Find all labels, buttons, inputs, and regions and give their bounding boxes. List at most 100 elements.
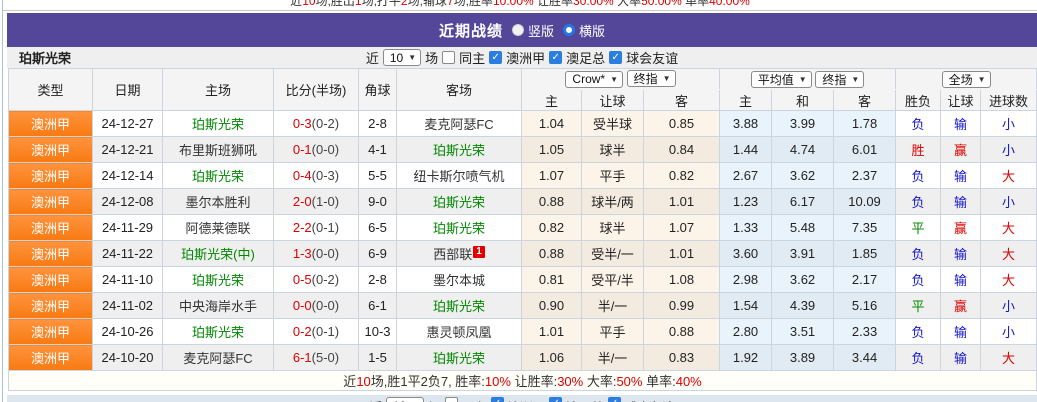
avg-away-odds: 10.09 — [834, 189, 896, 215]
handicap-line: 球半 — [582, 137, 644, 163]
col-header-home: 主场 — [163, 69, 274, 111]
league-badge[interactable]: 澳洲甲 — [9, 267, 93, 293]
home-team-link[interactable]: 墨尔本胜利 — [163, 189, 274, 215]
handicap-away-odds: 0.88 — [644, 319, 720, 345]
same-host-label: 同主 — [459, 48, 485, 67]
away-team-link[interactable]: 珀斯光荣 — [397, 215, 522, 241]
league-badge[interactable]: 澳洲甲 — [9, 137, 93, 163]
league-badge[interactable]: 澳洲甲 — [9, 111, 93, 137]
bookmaker-value: Crow* — [572, 72, 605, 86]
away-team-link[interactable]: 珀斯光荣 — [397, 137, 522, 163]
home-team-link[interactable]: 珀斯光荣 — [163, 163, 274, 189]
result-cell: 负 — [896, 111, 941, 137]
handicap-line: 受平/半 — [582, 267, 644, 293]
home-team-link[interactable]: 麦克阿瑟FC — [163, 345, 274, 371]
league3-checkbox[interactable]: ✓ — [608, 397, 621, 402]
result-cell: 负 — [896, 319, 941, 345]
scope-select[interactable]: 全场▼ — [942, 71, 991, 88]
col-header-score: 比分(半场) — [274, 69, 359, 111]
match-date: 24-12-08 — [93, 189, 163, 215]
match-count-value: 10 — [393, 399, 406, 402]
section-header: 近期战绩 竖版 横版 — [7, 13, 1037, 47]
league1-label: 澳洲甲 — [508, 397, 546, 402]
table-row: 澳洲甲 24-11-22 珀斯光荣(中) 1-3(0-0) 6-9 西部联1 0… — [9, 241, 1037, 267]
avg-home-odds: 1.92 — [720, 345, 772, 371]
col-header-date: 日期 — [93, 69, 163, 111]
league-badge[interactable]: 澳洲甲 — [9, 319, 93, 345]
away-team-link[interactable]: 珀斯光荣 — [397, 345, 522, 371]
chevron-down-icon: ▼ — [851, 75, 859, 84]
table-row: 澳洲甲 24-10-26 珀斯光荣 0-2(0-1) 10-3 惠灵顿凤凰 1.… — [9, 319, 1037, 345]
chevron-down-icon: ▼ — [663, 74, 671, 83]
table-row: 澳洲甲 24-12-21 布里斯班狮吼 0-1(0-0) 4-1 珀斯光荣 1.… — [9, 137, 1037, 163]
handicap-line: 球半 — [582, 215, 644, 241]
league-badge[interactable]: 澳洲甲 — [9, 189, 93, 215]
layout-option-horizontal[interactable]: 横版 — [563, 21, 605, 40]
league3-label: 球会友谊 — [625, 397, 675, 402]
league2-checkbox[interactable]: ✓ — [549, 51, 562, 64]
bookmaker-select[interactable]: Crow*▼ — [565, 71, 623, 88]
half-score: (0-3) — [312, 168, 339, 183]
final-odds-select-1[interactable]: 终指▼ — [627, 70, 676, 87]
goals-result-cell: 大 — [981, 267, 1037, 293]
match-count-select[interactable]: 10 ▼ — [383, 49, 421, 66]
league-badge[interactable]: 澳洲甲 — [9, 163, 93, 189]
handicap-line: 受半/一 — [582, 241, 644, 267]
count-suffix: 场 — [425, 48, 438, 67]
corner-score: 1-5 — [359, 345, 397, 371]
away-team-link[interactable]: 墨尔本城 — [397, 267, 522, 293]
league3-checkbox[interactable]: ✓ — [609, 51, 622, 64]
away-team-link[interactable]: 珀斯光荣 — [397, 189, 522, 215]
layout-option-vertical[interactable]: 竖版 — [512, 21, 554, 40]
home-team-link[interactable]: 中央海岸水手 — [163, 293, 274, 319]
score-cell: 0-5(0-2) — [274, 267, 359, 293]
handicap-away-odds: 0.84 — [644, 137, 720, 163]
handicap-result-cell: 输 — [941, 345, 981, 371]
handicap-away-odds: 0.82 — [644, 163, 720, 189]
half-score: (0-0) — [312, 142, 339, 157]
match-count-select[interactable]: 10 ▼ — [386, 397, 424, 402]
home-team-link[interactable]: 阿德莱德联 — [163, 215, 274, 241]
final-odds-select-2[interactable]: 终指▼ — [815, 71, 864, 88]
corner-score: 2-8 — [359, 267, 397, 293]
home-team-link[interactable]: 珀斯光荣 — [163, 319, 274, 345]
handicap-result-cell: 赢 — [941, 293, 981, 319]
league-badge[interactable]: 澳洲甲 — [9, 293, 93, 319]
goals-result-cell: 大 — [981, 163, 1037, 189]
home-team-link[interactable]: 珀斯光荣 — [163, 267, 274, 293]
match-date: 24-11-22 — [93, 241, 163, 267]
league1-label: 澳洲甲 — [506, 48, 545, 67]
same-host-checkbox[interactable] — [445, 397, 458, 402]
corner-score: 4-1 — [359, 137, 397, 163]
result-cell: 平 — [896, 293, 941, 319]
away-team-link[interactable]: 纽卡斯尔喷气机 — [397, 163, 522, 189]
table-row: 澳洲甲 24-12-27 珀斯光荣 0-3(0-2) 2-8 麦克阿瑟FC 1.… — [9, 111, 1037, 137]
league1-checkbox[interactable]: ✓ — [489, 51, 502, 64]
sub-header-e-home: 主 — [720, 90, 772, 111]
home-team-link[interactable]: 布里斯班狮吼 — [163, 137, 274, 163]
avg-draw-odds: 3.99 — [772, 111, 834, 137]
away-team-link[interactable]: 惠灵顿凤凰 — [397, 319, 522, 345]
avg-home-odds: 1.23 — [720, 189, 772, 215]
same-host-checkbox[interactable] — [442, 51, 455, 64]
league2-checkbox[interactable]: ✓ — [549, 397, 562, 402]
goals-result-cell: 大 — [981, 345, 1037, 371]
league1-checkbox[interactable]: ✓ — [491, 397, 504, 402]
league2-label: 澳足总 — [566, 397, 604, 402]
red-card-badge: 1 — [473, 246, 485, 258]
home-team-link[interactable]: 珀斯光荣(中) — [163, 241, 274, 267]
league-badge[interactable]: 澳洲甲 — [9, 215, 93, 241]
league-badge[interactable]: 澳洲甲 — [9, 241, 93, 267]
handicap-home-odds: 0.90 — [522, 293, 582, 319]
away-team-link[interactable]: 麦克阿瑟FC — [397, 111, 522, 137]
radio-horizontal-icon[interactable] — [563, 24, 575, 36]
full-score: 0-5 — [293, 272, 312, 287]
away-team-link[interactable]: 珀斯光荣 — [397, 293, 522, 319]
radio-vertical-icon[interactable] — [512, 24, 524, 36]
avg-home-odds: 2.98 — [720, 267, 772, 293]
league-badge[interactable]: 澳洲甲 — [9, 345, 93, 371]
home-team-link[interactable]: 珀斯光荣 — [163, 111, 274, 137]
average-select[interactable]: 平均值▼ — [751, 71, 812, 88]
away-team-link[interactable]: 西部联1 — [397, 241, 522, 267]
handicap-away-odds: 0.99 — [644, 293, 720, 319]
